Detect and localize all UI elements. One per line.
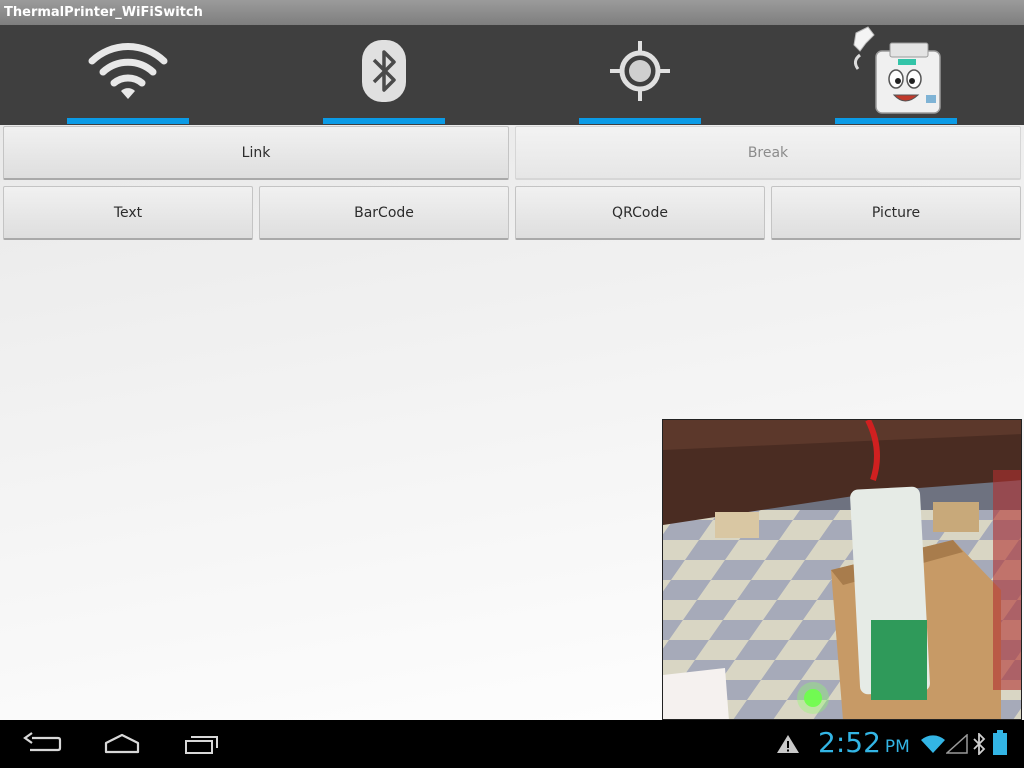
tab-indicator [835,118,957,124]
tab-wifi[interactable] [0,25,256,125]
clock-time: 2:52 [818,726,881,759]
home-button[interactable] [94,720,150,768]
back-button[interactable] [14,720,70,768]
printer-mascot-icon [853,26,941,114]
camera-preview [662,419,1022,720]
bluetooth-icon [362,40,406,102]
break-button[interactable]: Break [515,126,1021,180]
warning-icon[interactable] [776,734,800,754]
barcode-button[interactable]: BarCode [259,186,509,240]
main-content: Link Break Text BarCode QRCode Picture [0,125,1024,720]
bluetooth-icon [973,733,986,755]
tab-bar [0,25,1024,125]
back-icon [23,732,62,752]
gps-target-icon [610,41,670,101]
cell-signal-icon [946,734,968,754]
tab-indicator [323,118,445,124]
home-icon [104,733,140,754]
wifi-icon [88,43,168,99]
text-button[interactable]: Text [3,186,253,240]
tab-indicator [67,118,189,124]
window-title: ThermalPrinter_WiFiSwitch [0,0,1024,25]
picture-button[interactable]: Picture [771,186,1021,240]
tab-printer[interactable] [768,25,1024,125]
tab-location[interactable] [512,25,768,125]
camera-preview-image [663,420,1021,719]
link-button[interactable]: Link [3,126,509,180]
qrcode-button[interactable]: QRCode [515,186,765,240]
tab-bluetooth[interactable] [256,25,512,125]
clock[interactable]: 2:52 PM [818,726,910,766]
clock-ampm: PM [884,737,910,757]
recent-apps-icon [185,736,218,754]
system-navbar: 2:52 PM [0,720,1024,768]
battery-icon [993,730,1007,755]
wifi-signal-icon [921,735,945,753]
tab-indicator [579,118,701,124]
recent-apps-button[interactable] [174,720,230,768]
